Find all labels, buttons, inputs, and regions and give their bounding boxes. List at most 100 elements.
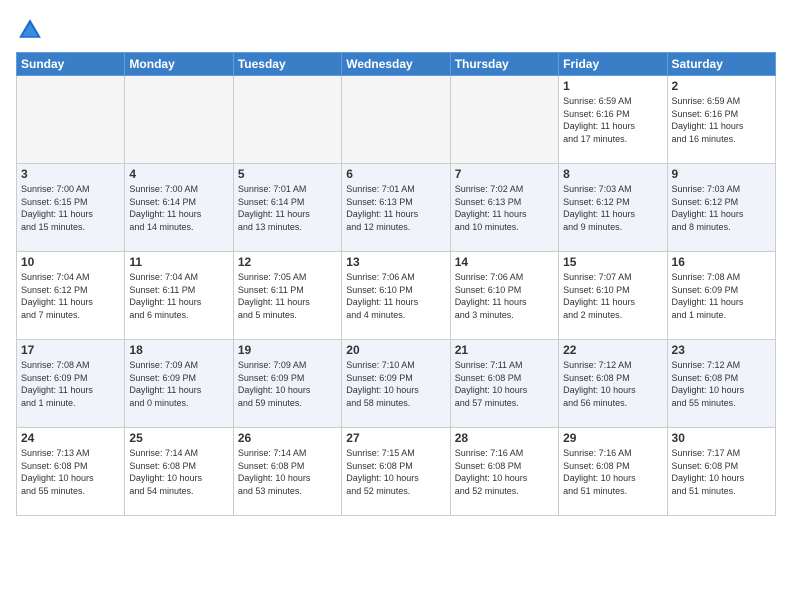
weekday-header: Wednesday	[342, 53, 450, 76]
calendar-cell	[450, 76, 558, 164]
calendar-cell: 4 Sunrise: 7:00 AM Sunset: 6:14 PM Daylig…	[125, 164, 233, 252]
weekday-header-row: SundayMondayTuesdayWednesdayThursdayFrid…	[17, 53, 776, 76]
calendar: SundayMondayTuesdayWednesdayThursdayFrid…	[16, 52, 776, 516]
week-row: 3 Sunrise: 7:00 AM Sunset: 6:15 PM Daylig…	[17, 164, 776, 252]
day-number: 19	[238, 343, 337, 357]
day-info: Sunrise: 6:59 AM Sunset: 6:16 PM Dayligh…	[563, 95, 662, 145]
calendar-cell: 23 Sunrise: 7:12 AM Sunset: 6:08 PM Dayli…	[667, 340, 775, 428]
day-info: Sunrise: 7:15 AM Sunset: 6:08 PM Dayligh…	[346, 447, 445, 497]
day-info: Sunrise: 7:03 AM Sunset: 6:12 PM Dayligh…	[563, 183, 662, 233]
day-info: Sunrise: 7:16 AM Sunset: 6:08 PM Dayligh…	[563, 447, 662, 497]
day-info: Sunrise: 7:13 AM Sunset: 6:08 PM Dayligh…	[21, 447, 120, 497]
calendar-cell: 15Sunrise: 7:07 AM Sunset: 6:10 PM Dayli…	[559, 252, 667, 340]
calendar-cell: 5 Sunrise: 7:01 AM Sunset: 6:14 PM Daylig…	[233, 164, 341, 252]
calendar-cell: 29 Sunrise: 7:16 AM Sunset: 6:08 PM Dayli…	[559, 428, 667, 516]
day-info: Sunrise: 7:08 AM Sunset: 6:09 PM Dayligh…	[672, 271, 771, 321]
calendar-cell: 26Sunrise: 7:14 AM Sunset: 6:08 PM Dayli…	[233, 428, 341, 516]
day-number: 15	[563, 255, 662, 269]
day-info: Sunrise: 7:12 AM Sunset: 6:08 PM Dayligh…	[672, 359, 771, 409]
logo-icon	[16, 16, 44, 44]
day-info: Sunrise: 7:02 AM Sunset: 6:13 PM Dayligh…	[455, 183, 554, 233]
calendar-cell: 20Sunrise: 7:10 AM Sunset: 6:09 PM Dayli…	[342, 340, 450, 428]
day-number: 8	[563, 167, 662, 181]
calendar-cell: 12 Sunrise: 7:05 AM Sunset: 6:11 PM Dayli…	[233, 252, 341, 340]
weekday-header: Tuesday	[233, 53, 341, 76]
logo	[16, 16, 48, 44]
calendar-cell: 16 Sunrise: 7:08 AM Sunset: 6:09 PM Dayli…	[667, 252, 775, 340]
calendar-cell: 22 Sunrise: 7:12 AM Sunset: 6:08 PM Dayli…	[559, 340, 667, 428]
day-info: Sunrise: 7:01 AM Sunset: 6:13 PM Dayligh…	[346, 183, 445, 233]
day-info: Sunrise: 7:00 AM Sunset: 6:14 PM Dayligh…	[129, 183, 228, 233]
weekday-header: Monday	[125, 53, 233, 76]
day-number: 10	[21, 255, 120, 269]
day-number: 30	[672, 431, 771, 445]
day-number: 21	[455, 343, 554, 357]
day-info: Sunrise: 7:14 AM Sunset: 6:08 PM Dayligh…	[238, 447, 337, 497]
calendar-cell: 21 Sunrise: 7:11 AM Sunset: 6:08 PM Dayli…	[450, 340, 558, 428]
day-number: 5	[238, 167, 337, 181]
day-number: 24	[21, 431, 120, 445]
day-number: 23	[672, 343, 771, 357]
calendar-cell: 10 Sunrise: 7:04 AM Sunset: 6:12 PM Dayli…	[17, 252, 125, 340]
day-number: 11	[129, 255, 228, 269]
week-row: 1Sunrise: 6:59 AM Sunset: 6:16 PM Daylig…	[17, 76, 776, 164]
day-info: Sunrise: 7:06 AM Sunset: 6:10 PM Dayligh…	[346, 271, 445, 321]
calendar-cell: 24 Sunrise: 7:13 AM Sunset: 6:08 PM Dayli…	[17, 428, 125, 516]
day-info: Sunrise: 7:09 AM Sunset: 6:09 PM Dayligh…	[238, 359, 337, 409]
day-number: 29	[563, 431, 662, 445]
page: SundayMondayTuesdayWednesdayThursdayFrid…	[0, 0, 792, 612]
day-number: 9	[672, 167, 771, 181]
day-info: Sunrise: 7:01 AM Sunset: 6:14 PM Dayligh…	[238, 183, 337, 233]
day-info: Sunrise: 7:05 AM Sunset: 6:11 PM Dayligh…	[238, 271, 337, 321]
day-number: 4	[129, 167, 228, 181]
day-number: 6	[346, 167, 445, 181]
calendar-cell: 25 Sunrise: 7:14 AM Sunset: 6:08 PM Dayli…	[125, 428, 233, 516]
day-info: Sunrise: 7:09 AM Sunset: 6:09 PM Dayligh…	[129, 359, 228, 409]
calendar-cell: 19 Sunrise: 7:09 AM Sunset: 6:09 PM Dayli…	[233, 340, 341, 428]
day-number: 2	[672, 79, 771, 93]
calendar-cell: 11 Sunrise: 7:04 AM Sunset: 6:11 PM Dayli…	[125, 252, 233, 340]
calendar-cell: 28 Sunrise: 7:16 AM Sunset: 6:08 PM Dayli…	[450, 428, 558, 516]
calendar-cell	[342, 76, 450, 164]
day-info: Sunrise: 7:16 AM Sunset: 6:08 PM Dayligh…	[455, 447, 554, 497]
day-number: 16	[672, 255, 771, 269]
calendar-cell: 18Sunrise: 7:09 AM Sunset: 6:09 PM Dayli…	[125, 340, 233, 428]
calendar-cell: 30 Sunrise: 7:17 AM Sunset: 6:08 PM Dayli…	[667, 428, 775, 516]
day-number: 27	[346, 431, 445, 445]
calendar-cell: 9Sunrise: 7:03 AM Sunset: 6:12 PM Daylig…	[667, 164, 775, 252]
calendar-cell: 1Sunrise: 6:59 AM Sunset: 6:16 PM Daylig…	[559, 76, 667, 164]
day-info: Sunrise: 7:00 AM Sunset: 6:15 PM Dayligh…	[21, 183, 120, 233]
day-info: Sunrise: 7:04 AM Sunset: 6:11 PM Dayligh…	[129, 271, 228, 321]
day-number: 14	[455, 255, 554, 269]
day-info: Sunrise: 7:14 AM Sunset: 6:08 PM Dayligh…	[129, 447, 228, 497]
day-number: 28	[455, 431, 554, 445]
calendar-cell: 13 Sunrise: 7:06 AM Sunset: 6:10 PM Dayli…	[342, 252, 450, 340]
day-info: Sunrise: 7:17 AM Sunset: 6:08 PM Dayligh…	[672, 447, 771, 497]
day-info: Sunrise: 7:11 AM Sunset: 6:08 PM Dayligh…	[455, 359, 554, 409]
calendar-cell	[233, 76, 341, 164]
week-row: 24 Sunrise: 7:13 AM Sunset: 6:08 PM Dayli…	[17, 428, 776, 516]
day-number: 17	[21, 343, 120, 357]
day-info: Sunrise: 7:06 AM Sunset: 6:10 PM Dayligh…	[455, 271, 554, 321]
day-number: 22	[563, 343, 662, 357]
weekday-header: Saturday	[667, 53, 775, 76]
day-number: 25	[129, 431, 228, 445]
calendar-cell: 14 Sunrise: 7:06 AM Sunset: 6:10 PM Dayli…	[450, 252, 558, 340]
day-number: 3	[21, 167, 120, 181]
calendar-cell: 6 Sunrise: 7:01 AM Sunset: 6:13 PM Daylig…	[342, 164, 450, 252]
calendar-cell: 2Sunrise: 6:59 AM Sunset: 6:16 PM Daylig…	[667, 76, 775, 164]
weekday-header: Friday	[559, 53, 667, 76]
day-number: 7	[455, 167, 554, 181]
calendar-cell	[17, 76, 125, 164]
calendar-cell: 17Sunrise: 7:08 AM Sunset: 6:09 PM Dayli…	[17, 340, 125, 428]
weekday-header: Thursday	[450, 53, 558, 76]
weekday-header: Sunday	[17, 53, 125, 76]
header	[16, 16, 776, 44]
day-info: Sunrise: 7:04 AM Sunset: 6:12 PM Dayligh…	[21, 271, 120, 321]
day-info: Sunrise: 7:10 AM Sunset: 6:09 PM Dayligh…	[346, 359, 445, 409]
week-row: 10 Sunrise: 7:04 AM Sunset: 6:12 PM Dayli…	[17, 252, 776, 340]
day-info: Sunrise: 7:12 AM Sunset: 6:08 PM Dayligh…	[563, 359, 662, 409]
day-number: 12	[238, 255, 337, 269]
calendar-cell	[125, 76, 233, 164]
day-number: 13	[346, 255, 445, 269]
